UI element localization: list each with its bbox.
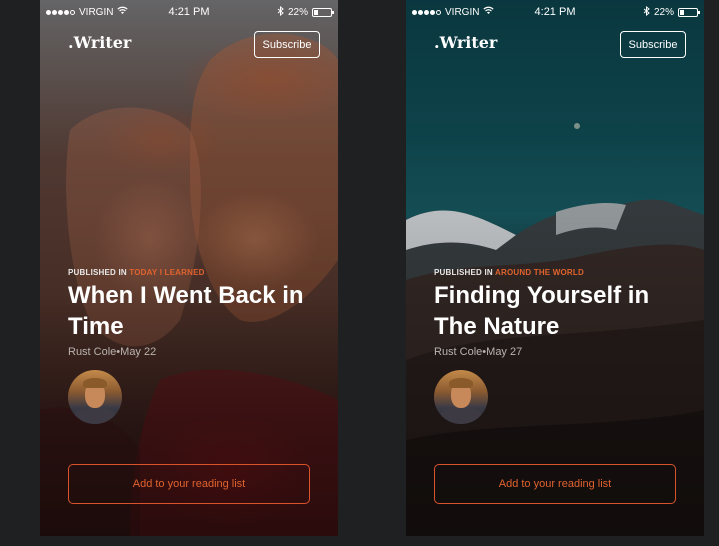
subscribe-button[interactable]: Subscribe: [254, 31, 320, 58]
avatar-body: [74, 408, 116, 424]
battery-percent: 22%: [287, 7, 308, 18]
article-title[interactable]: Finding Yourself in The Nature: [434, 280, 684, 342]
published-prefix: PUBLISHED IN: [68, 268, 127, 277]
battery-icon: [678, 8, 700, 17]
publish-date: May 22: [120, 346, 157, 358]
author-avatar[interactable]: [434, 370, 488, 424]
battery-icon: [312, 8, 334, 17]
add-to-reading-list-button[interactable]: Add to your reading list: [68, 464, 310, 504]
phone-screen-left: VIRGIN 4:21 PM 22% .Writer Subscribe PUB…: [40, 0, 338, 536]
published-in-label: PUBLISHED IN AROUND THE WORLD: [434, 268, 584, 277]
status-bar: VIRGIN 4:21 PM 22%: [40, 0, 338, 22]
app-logo[interactable]: .Writer: [68, 33, 131, 52]
published-in-label: PUBLISHED IN TODAY I LEARNED: [68, 268, 205, 277]
subscribe-button[interactable]: Subscribe: [620, 31, 686, 58]
published-prefix: PUBLISHED IN: [434, 268, 493, 277]
app-logo[interactable]: .Writer: [434, 33, 497, 52]
battery-percent: 22%: [653, 7, 674, 18]
author-avatar[interactable]: [68, 370, 122, 424]
category-link[interactable]: TODAY I LEARNED: [129, 268, 204, 277]
article-meta: Rust Cole•May 22: [68, 346, 156, 358]
phone-screen-right: VIRGIN 4:21 PM 22% .Writer Subscribe PUB…: [406, 0, 704, 536]
article-title[interactable]: When I Went Back in Time: [68, 280, 318, 342]
avatar-hair: [449, 378, 473, 388]
author-name[interactable]: Rust Cole: [68, 346, 116, 358]
avatar-body: [440, 408, 482, 424]
category-link[interactable]: AROUND THE WORLD: [495, 268, 584, 277]
bluetooth-icon: [277, 5, 284, 19]
status-bar: VIRGIN 4:21 PM 22%: [406, 0, 704, 22]
bluetooth-icon: [643, 5, 650, 19]
add-to-reading-list-button[interactable]: Add to your reading list: [434, 464, 676, 504]
article-meta: Rust Cole•May 27: [434, 346, 522, 358]
publish-date: May 27: [486, 346, 523, 358]
avatar-hair: [83, 378, 107, 388]
author-name[interactable]: Rust Cole: [434, 346, 482, 358]
